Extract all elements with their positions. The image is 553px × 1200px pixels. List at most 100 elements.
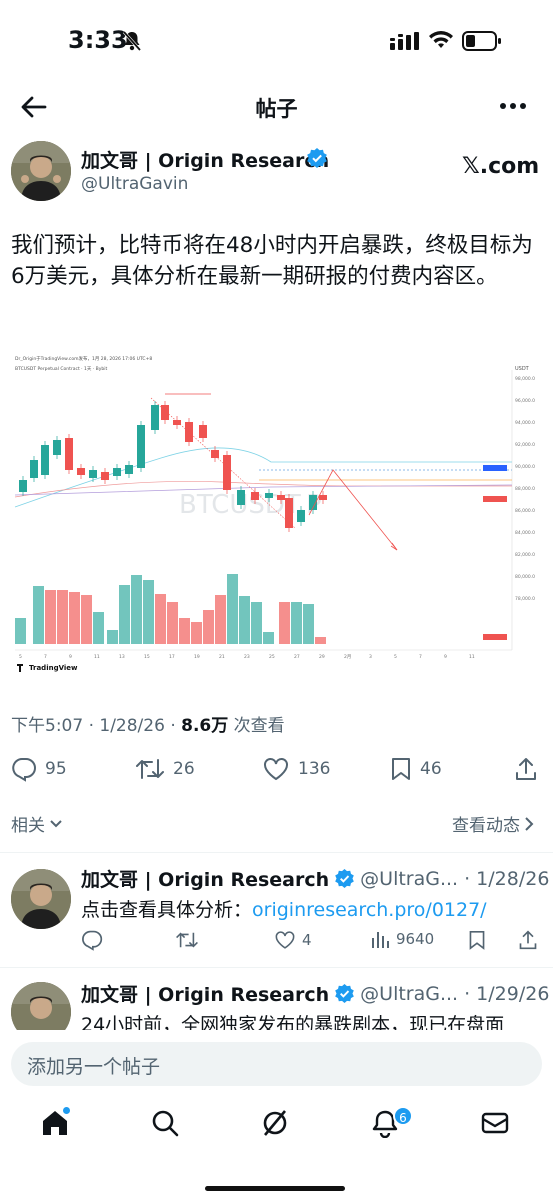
reply-avatar[interactable] — [11, 869, 71, 929]
chart-price-label: 98,000.0 — [515, 376, 535, 382]
chart-header: Dr_Origin于TradingView.com发布，1月 28, 2026 … — [15, 355, 152, 362]
chart-brand: TradingView — [29, 664, 78, 672]
chart-date-label: 29 — [319, 654, 325, 660]
more-options-icon[interactable] — [498, 96, 528, 116]
nav-messages[interactable] — [480, 1108, 514, 1142]
like-button[interactable]: 136 — [262, 756, 330, 782]
view-count-suffix: 次查看 — [228, 716, 285, 736]
tweet-meta: 下午5:07 · 1/28/26 · 8.6万 次查看 — [11, 711, 285, 736]
status-time: 3:33 — [68, 26, 128, 54]
reply-header: 加文哥 | Origin Research @UltraG... · 1/29/… — [81, 980, 549, 1007]
nav-home[interactable] — [40, 1108, 74, 1142]
tweet-text: 我们预计，比特币将在48小时内开启暴跌，终极目标为6万美元，具体分析在最新一期研… — [11, 233, 533, 289]
reply-author-name[interactable]: 加文哥 | Origin Research — [81, 865, 329, 892]
reply-text: 点击查看具体分析：originresearch.pro/0127/ — [81, 895, 541, 922]
reply-icon — [12, 758, 36, 782]
chart-date-label: 5 — [394, 654, 397, 660]
bookmark-icon — [469, 931, 485, 950]
reply-comment-button[interactable] — [81, 929, 103, 951]
chart-symbol-line: BTCUSDT Perpetual Contract · 1天 · Bybit — [15, 366, 108, 372]
chart-volume-bar — [203, 610, 214, 644]
chart-volume-bar — [33, 586, 44, 644]
chart-date-label: 11 — [469, 654, 475, 660]
share-button[interactable] — [514, 756, 538, 782]
chart-image[interactable]: Dr_Origin于TradingView.com发布，1月 28, 2026 … — [11, 350, 542, 680]
source-logo: 𝕏.com — [462, 154, 540, 179]
reply-bookmark-button[interactable] — [468, 929, 486, 951]
chart-date-label: 9 — [69, 654, 72, 660]
reply-avatar[interactable] — [11, 982, 71, 1030]
chart-date-label: 15 — [144, 654, 150, 660]
reply-text: 24小时前，全网独家发布的暴跌剧本，现已在盘面 — [81, 1014, 505, 1030]
chart-price-label: 90,000.0 — [515, 464, 535, 470]
chart-volume-bar — [291, 602, 302, 644]
bookmark-button[interactable]: 46 — [390, 756, 442, 782]
chart-date-label: 27 — [294, 654, 300, 660]
add-post-input[interactable]: 添加另一个帖子 — [11, 1042, 542, 1086]
bookmark-icon — [392, 758, 410, 780]
chart-volume-bar — [303, 604, 314, 644]
author-name[interactable]: 加文哥 | Origin Research — [81, 146, 329, 173]
tweet-time: 下午5:07 · 1/28/26 · — [11, 716, 182, 736]
chart-date-label: 5 — [19, 654, 22, 660]
chart-date-label: 19 — [194, 654, 200, 660]
chart-volume-bar — [45, 590, 56, 644]
reply-share-button[interactable] — [518, 929, 538, 951]
chart-price-label: 82,000.0 — [515, 552, 535, 558]
reply-post[interactable]: 加文哥 | Origin Research @UltraG... · 1/28/… — [0, 853, 553, 966]
reply-handle[interactable]: @UltraG... — [360, 983, 458, 1005]
reply-like-count: 4 — [302, 931, 312, 949]
chart-volume-bar — [179, 618, 190, 644]
page-title: 帖子 — [255, 97, 298, 121]
chevron-right-icon — [525, 816, 534, 831]
chart-volume-bar — [239, 596, 250, 644]
reply-link[interactable]: originresearch.pro/0127/ — [252, 899, 487, 921]
bell-off-icon — [122, 30, 142, 52]
analytics-icon — [372, 932, 389, 948]
chart-volume-bar — [279, 602, 290, 644]
reply-header: 加文哥 | Origin Research @UltraG... · 1/28/… — [81, 865, 549, 892]
heart-icon — [264, 758, 288, 781]
reply-post[interactable]: 加文哥 | Origin Research @UltraG... · 1/29/… — [0, 968, 553, 1030]
retweet-icon — [176, 932, 198, 948]
notification-badge: 6 — [393, 1106, 413, 1126]
chart-volume-bar — [131, 575, 142, 644]
chart-price-label: 86,000.0 — [515, 508, 535, 514]
chart-currency: USDT — [515, 366, 530, 372]
chart-date-label: 7 — [419, 654, 422, 660]
chart-volume-bar — [263, 632, 274, 644]
chart-date-label: 23 — [244, 654, 250, 660]
retweet-button[interactable]: 26 — [135, 756, 195, 782]
home-unread-dot — [63, 1107, 70, 1114]
share-icon — [516, 758, 536, 780]
chart-date-label: 7 — [44, 654, 47, 660]
chart-volume-bar — [315, 637, 326, 644]
chart-price-label: 78,000.0 — [515, 596, 535, 602]
reply-like-button[interactable]: 4 — [274, 929, 312, 951]
reply-author-name[interactable]: 加文哥 | Origin Research — [81, 980, 329, 1007]
author-avatar[interactable] — [11, 141, 71, 201]
reply-view-count: 9640 — [396, 930, 435, 948]
home-indicator — [205, 1186, 345, 1191]
reply-button[interactable]: 95 — [11, 756, 67, 782]
grok-icon — [263, 1110, 287, 1136]
reply-date: · 1/28/26 — [464, 867, 550, 890]
chart-volume-bar — [81, 595, 92, 644]
related-dropdown[interactable]: 相关 — [11, 811, 63, 836]
reply-icon — [82, 930, 103, 951]
chart-volume-bar — [107, 630, 118, 644]
chart-volume-bar — [69, 592, 80, 644]
verified-badge-icon — [335, 869, 354, 888]
nav-grok[interactable] — [260, 1108, 294, 1142]
chart-volume-bar — [215, 595, 226, 644]
author-handle[interactable]: @UltraGavin — [81, 174, 188, 194]
nav-search[interactable] — [150, 1108, 184, 1142]
chart-volume-bar — [155, 594, 166, 644]
view-activity-link[interactable]: 查看动态 — [452, 811, 534, 836]
reply-handle[interactable]: @UltraG... — [360, 868, 458, 890]
reply-count: 95 — [45, 759, 67, 779]
chart-price-label: 92,000.0 — [515, 442, 535, 448]
reply-views-button[interactable]: 9640 — [370, 929, 434, 949]
chart-date-label: 11 — [94, 654, 100, 660]
reply-retweet-button[interactable] — [175, 929, 199, 951]
